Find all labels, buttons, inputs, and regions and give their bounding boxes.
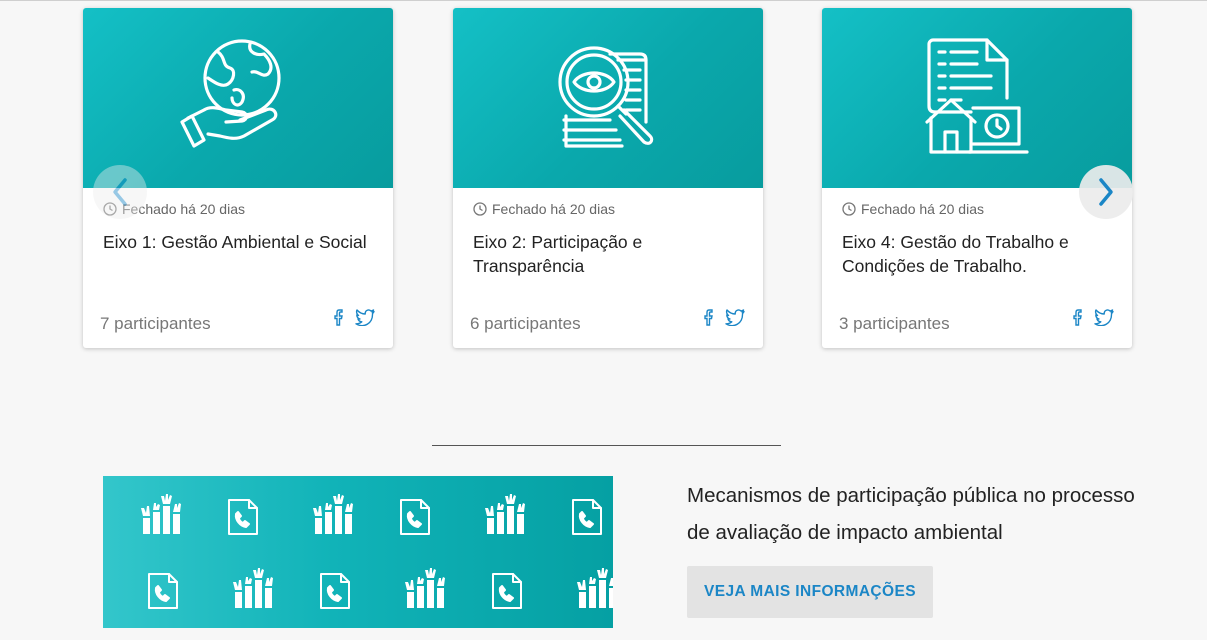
participant-count: 7 participantes xyxy=(100,314,211,333)
card-status-text: Fechado há 20 dias xyxy=(861,201,984,217)
chevron-right-icon xyxy=(1099,178,1113,206)
card-hero-image xyxy=(83,8,393,188)
share-links xyxy=(703,308,745,331)
document-house-clock-icon xyxy=(925,38,1029,154)
card-title[interactable]: Eixo 2: Participação e Transparência xyxy=(473,230,748,278)
participant-count: 6 participantes xyxy=(470,314,581,333)
card-hero-image xyxy=(822,8,1132,188)
carousel-prev-button[interactable] xyxy=(93,165,147,219)
card-status: Fechado há 20 dias xyxy=(842,201,984,217)
facebook-icon[interactable] xyxy=(1072,308,1082,331)
phone-document-icon xyxy=(400,499,430,535)
raised-hands-icon xyxy=(577,568,613,608)
facebook-icon[interactable] xyxy=(333,308,343,331)
twitter-icon[interactable] xyxy=(355,308,375,331)
raised-hands-icon xyxy=(233,568,273,608)
info-title: Mecanismos de participação pública no pr… xyxy=(687,484,1135,544)
participation-banner xyxy=(103,476,613,628)
share-links xyxy=(333,308,375,331)
more-info-button[interactable]: VEJA MAIS INFORMAÇÕES xyxy=(687,566,933,618)
raised-hands-icon xyxy=(141,494,181,534)
share-links xyxy=(1072,308,1114,331)
phone-document-icon xyxy=(148,573,178,609)
card-status: Fechado há 20 dias xyxy=(473,201,615,217)
chevron-left-icon xyxy=(113,178,127,206)
clock-icon xyxy=(842,202,856,216)
twitter-icon[interactable] xyxy=(1094,308,1114,331)
phone-document-icon xyxy=(572,499,602,535)
phone-document-icon xyxy=(320,573,350,609)
globe-hand-icon xyxy=(180,39,281,148)
phone-document-icon xyxy=(492,573,522,609)
raised-hands-icon xyxy=(313,494,353,534)
clock-icon xyxy=(473,202,487,216)
banner-icon-pattern xyxy=(141,494,613,609)
raised-hands-icon xyxy=(485,494,525,534)
section-divider xyxy=(432,445,781,446)
raised-hands-icon xyxy=(405,568,445,608)
card-status-text: Fechado há 20 dias xyxy=(492,201,615,217)
phone-document-icon xyxy=(228,499,258,535)
card-hero-image xyxy=(453,8,763,188)
card-title[interactable]: Eixo 1: Gestão Ambiental e Social xyxy=(103,230,378,254)
magnifier-eye-document-icon xyxy=(558,46,654,148)
consultation-card-2[interactable]: Fechado há 20 dias Eixo 2: Participação … xyxy=(453,8,763,348)
facebook-icon[interactable] xyxy=(703,308,713,331)
participant-count: 3 participantes xyxy=(839,314,950,333)
carousel-next-button[interactable] xyxy=(1079,165,1133,219)
top-divider xyxy=(0,0,1207,1)
card-title[interactable]: Eixo 4: Gestão do Trabalho e Condições d… xyxy=(842,230,1117,278)
twitter-icon[interactable] xyxy=(725,308,745,331)
